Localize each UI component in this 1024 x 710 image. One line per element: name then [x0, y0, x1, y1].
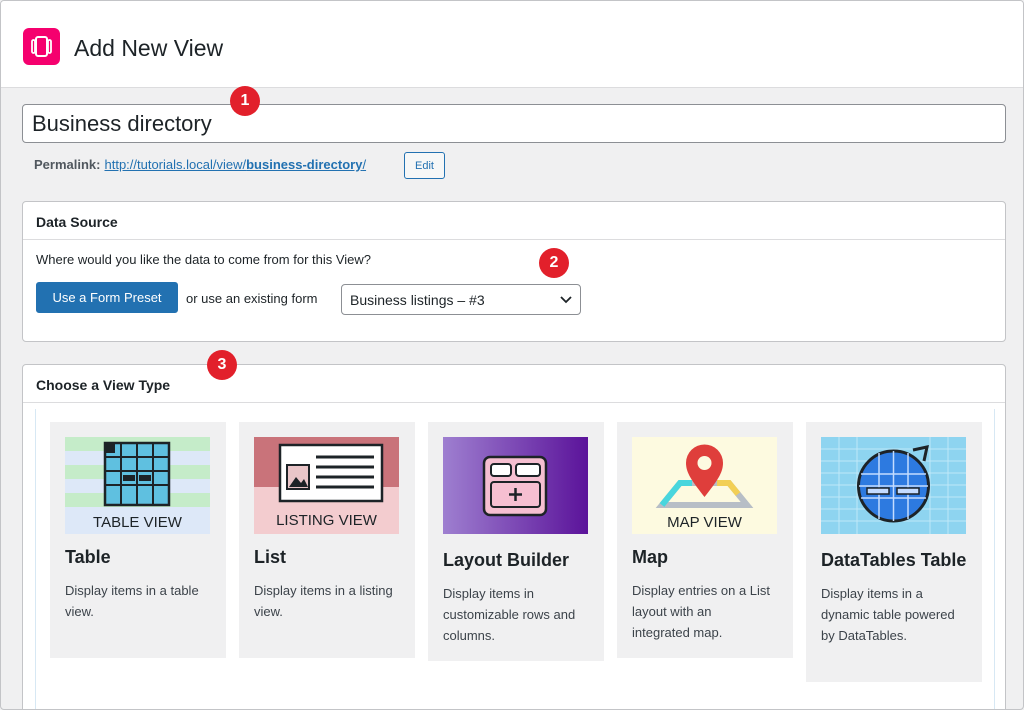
- view-title-input[interactable]: [22, 104, 1006, 143]
- map-view-thumbnail-icon: MAP VIEW: [632, 437, 777, 534]
- view-type-list: TABLE VIEW Table Display items in a tabl…: [35, 409, 995, 709]
- permalink-edit-button[interactable]: Edit: [404, 152, 445, 179]
- view-type-map[interactable]: MAP VIEW Map Display entries on a List l…: [617, 422, 793, 658]
- callout-badge-2: 2: [539, 248, 569, 278]
- table-view-thumbnail-icon: TABLE VIEW: [65, 437, 210, 534]
- callout-badge-1: 1: [230, 86, 260, 116]
- listing-view-thumbnail-icon: LISTING VIEW: [254, 437, 399, 534]
- data-source-heading: Data Source: [23, 202, 1005, 240]
- view-type-title: Table: [65, 547, 111, 567]
- view-type-description: Display items in a listing view.: [254, 583, 393, 619]
- view-type-title: DataTables Table: [821, 550, 967, 570]
- existing-form-select[interactable]: Business listings – #3: [341, 284, 581, 315]
- view-type-title: Layout Builder: [443, 550, 570, 570]
- view-type-datatables[interactable]: DataTables Table Display items in a dyna…: [806, 422, 982, 682]
- chevron-down-icon: [560, 296, 572, 304]
- permalink-link[interactable]: http://tutorials.local/view/business-dir…: [104, 157, 366, 172]
- top-bar: Add New View: [1, 1, 1023, 88]
- view-type-card: Choose a View Type TABLE VIEW Table Disp…: [22, 364, 1006, 709]
- view-type-layout-builder[interactable]: Layout Builder Display items in customiz…: [428, 422, 604, 661]
- existing-form-label: or use an existing form: [186, 291, 318, 306]
- datatables-thumbnail-icon: [821, 437, 966, 534]
- permalink: Permalink: http://tutorials.local/view/bu…: [34, 157, 366, 172]
- listing-view-thumb-label: LISTING VIEW: [276, 512, 378, 529]
- view-type-title: List: [254, 547, 287, 567]
- gravityview-logo-icon: [23, 28, 60, 65]
- use-form-preset-button[interactable]: Use a Form Preset: [36, 282, 178, 313]
- view-type-table[interactable]: TABLE VIEW Table Display items in a tabl…: [50, 422, 226, 658]
- selected-form-value: Business listings – #3: [350, 292, 485, 308]
- data-source-question: Where would you like the data to come fr…: [36, 252, 372, 267]
- data-source-card: Data Source Where would you like the dat…: [22, 201, 1006, 342]
- view-type-description: Display items in a dynamic table powered…: [821, 586, 955, 643]
- window-frame: Add New View 1 Permalink:http://tutorial…: [0, 0, 1024, 710]
- view-type-description: Display items in a table view.: [65, 583, 199, 619]
- layout-builder-thumbnail-icon: [443, 437, 588, 534]
- view-type-list-item[interactable]: LISTING VIEW List Display items in a lis…: [239, 422, 415, 658]
- view-type-heading: Choose a View Type: [23, 365, 1005, 403]
- view-type-description: Display items in customizable rows and c…: [443, 586, 576, 643]
- page-title: Add New View: [74, 35, 224, 61]
- view-type-title: Map: [632, 547, 668, 567]
- callout-badge-3: 3: [207, 350, 237, 380]
- table-view-thumb-label: TABLE VIEW: [93, 514, 183, 531]
- view-type-description: Display entries on a List layout with an…: [632, 583, 771, 640]
- map-view-thumb-label: MAP VIEW: [667, 514, 743, 531]
- permalink-label: Permalink:: [34, 157, 101, 172]
